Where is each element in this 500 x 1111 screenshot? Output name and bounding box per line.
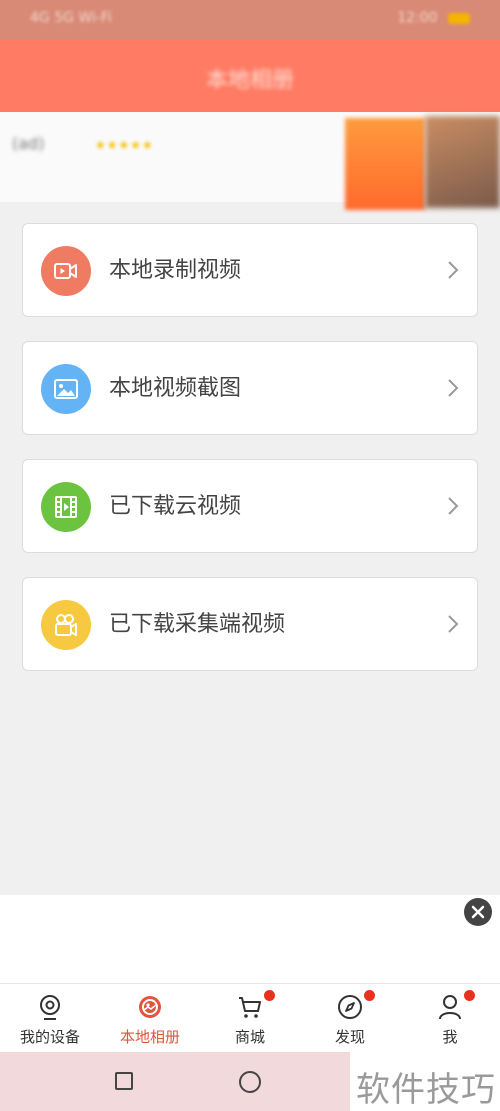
webcam-icon [40,995,60,1020]
ad-banner[interactable]: (ad) ★★★★★ [0,112,500,210]
ad-rating-stars: ★★★★★ [95,138,154,152]
menu-item-downloaded-cloud-videos[interactable]: 已下载云视频 [22,459,478,553]
menu-item-label: 本地录制视频 [109,258,242,283]
header: 本地相册 [0,40,500,112]
cart-icon [239,997,261,1018]
status-time: 12:00 [397,10,438,26]
page-title: 本地相册 [205,68,294,93]
chevron-right-icon [448,497,459,515]
menu-item-label: 已下载云视频 [109,494,242,519]
ad-image-1 [345,118,425,210]
film-icon [41,482,91,532]
video-camera-icon [41,246,91,296]
menu-item-label: 本地视频截图 [109,376,242,401]
battery-icon [448,12,470,24]
nav-label: 商城 [234,1028,265,1046]
status-left: 4G 5G Wi-Fi [30,10,112,26]
chevron-right-icon [448,261,459,279]
close-ad-button[interactable] [464,898,492,926]
ad-image-2 [425,116,500,208]
chevron-right-icon [448,379,459,397]
nav-local-album[interactable]: 本地相册 [100,984,200,1053]
nav-me[interactable]: 我 [400,984,500,1053]
nav-store[interactable]: 商城 [200,984,300,1053]
chevron-right-icon [448,615,459,633]
recent-apps-button[interactable] [115,1072,133,1090]
ad-title: (ad) [12,134,45,153]
nav-discover[interactable]: 发现 [300,984,400,1053]
ad-panel [0,895,500,983]
nav-label: 发现 [334,1028,365,1046]
watermark-text: 软件技巧 [356,1070,496,1110]
menu-item-local-screenshots[interactable]: 本地视频截图 [22,341,478,435]
menu-item-local-recordings[interactable]: 本地录制视频 [22,223,478,317]
notification-badge [462,988,477,1003]
nav-my-devices[interactable]: 我的设备 [0,984,100,1053]
compass-icon [338,995,362,1019]
close-icon [471,905,485,919]
person-icon [439,995,461,1020]
status-bar: 4G 5G Wi-Fi 12:00 [0,0,500,40]
bottom-nav: 我的设备 本地相册 商城 发现 我 [0,983,500,1053]
watermark: 软件技巧 [350,1052,500,1111]
menu-item-downloaded-collector-videos[interactable]: 已下载采集端视频 [22,577,478,671]
menu-item-label: 已下载采集端视频 [109,612,286,637]
home-button[interactable] [239,1071,261,1093]
nav-label: 我的设备 [19,1028,80,1046]
notification-badge [262,988,277,1003]
image-icon [41,364,91,414]
status-right: 12:00 [397,10,470,26]
album-icon [139,996,161,1018]
nav-label: 本地相册 [119,1028,180,1046]
notification-badge [362,988,377,1003]
movie-camera-icon [41,600,91,650]
nav-label: 我 [442,1028,458,1046]
